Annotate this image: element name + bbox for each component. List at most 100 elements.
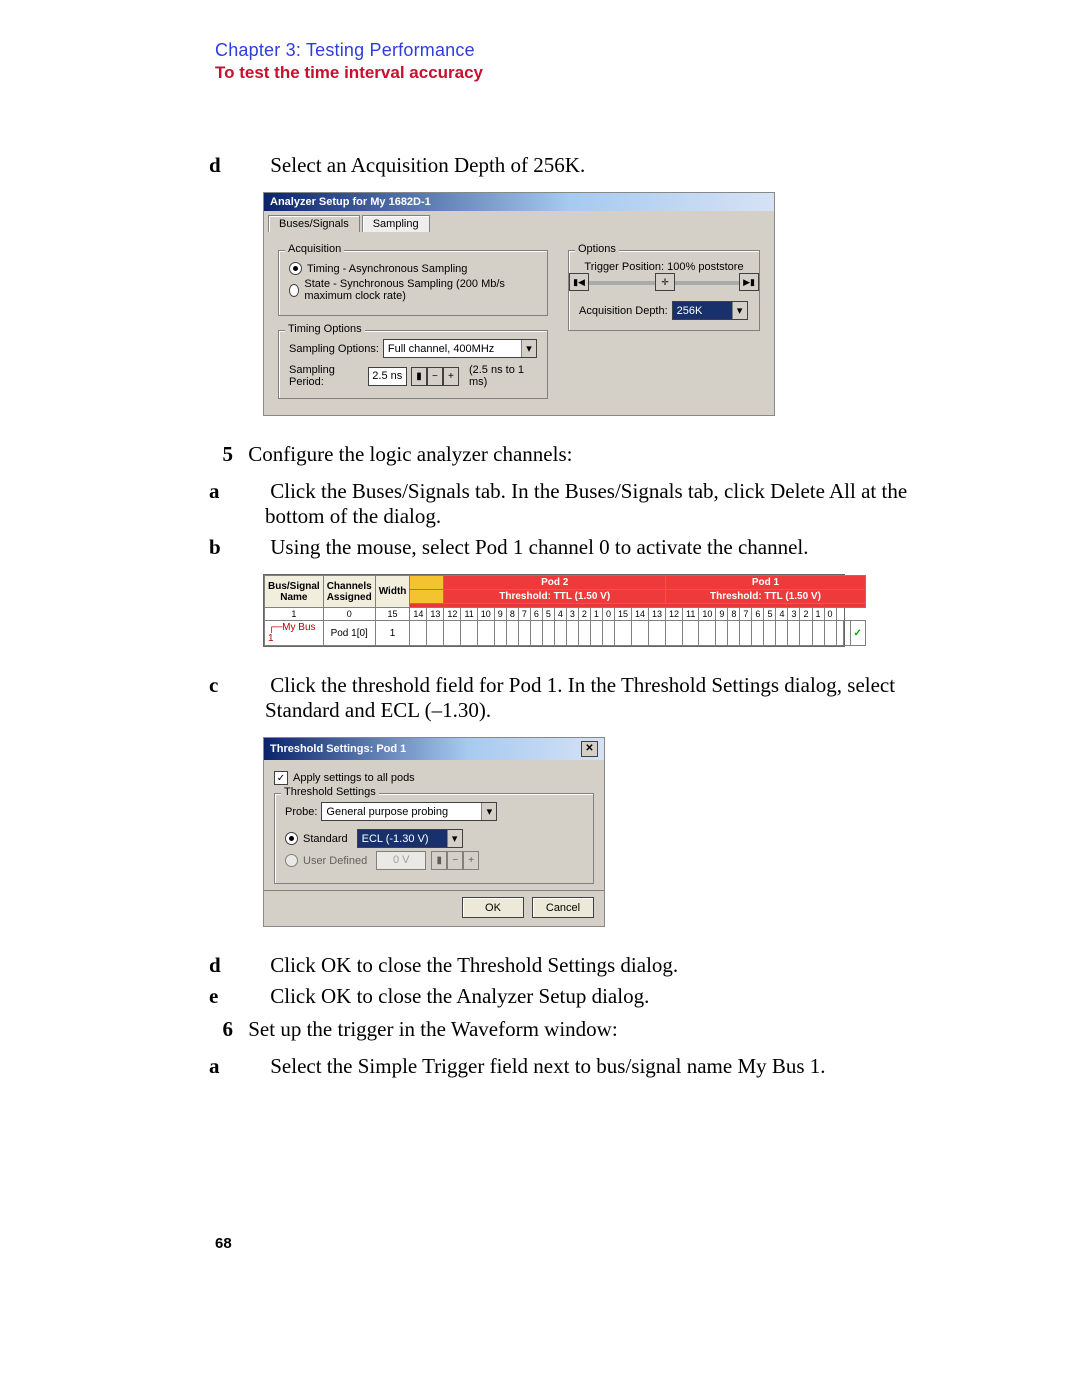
step-letter: a [237,1054,255,1079]
channel-cell[interactable] [666,621,683,646]
channel-cell[interactable] [542,621,554,646]
channel-cell[interactable] [427,621,444,646]
channel-cell[interactable] [776,621,788,646]
channel-cell[interactable] [530,621,542,646]
page-number: 68 [215,1235,960,1252]
channel-cell[interactable] [716,621,728,646]
channel-cell[interactable] [578,621,590,646]
radio-timing-async[interactable]: Timing - Asynchronous Sampling [289,262,537,275]
step-5: 5 Configure the logic analyzer channels: [215,442,960,467]
standard-value-combo[interactable]: ECL (-1.30 V) ▾ [357,829,463,848]
channel-cell[interactable] [812,621,824,646]
channel-cell[interactable] [631,621,648,646]
channel-cell[interactable] [699,621,716,646]
period-minus-button[interactable]: − [427,367,443,386]
channel-cell[interactable] [836,621,843,646]
radio-standard[interactable]: Standard ECL (-1.30 V) ▾ [285,829,583,848]
timing-options-group: Timing Options Sampling Options: Full ch… [278,330,548,399]
close-icon[interactable]: ✕ [581,741,598,757]
channel-cell[interactable] [824,621,836,646]
step-d-top: d Select an Acquisition Depth of 256K. [237,153,960,178]
acquisition-legend: Acquisition [285,243,344,255]
standard-value: ECL (-1.30 V) [362,833,447,845]
channel-number: 0 [602,608,614,621]
channel-number: 1 [265,608,324,621]
step-text: Click the threshold field for Pod 1. In … [265,673,895,722]
channel-number: 1 [812,608,824,621]
channel-number: 3 [788,608,800,621]
checkbox-apply-all[interactable]: ✓ Apply settings to all pods [274,771,594,785]
channel-cell[interactable] [444,621,461,646]
sampling-options-value: Full channel, 400MHz [388,343,521,355]
channel-number: 9 [716,608,728,621]
period-unit-button[interactable]: ▮ [411,367,427,386]
radio-label: State - Synchronous Sampling (200 Mb/s m… [304,278,537,302]
user-defined-input[interactable]: 0 V [376,851,426,870]
channel-number: 2 [800,608,812,621]
step-letter: d [237,953,255,978]
radio-state-sync[interactable]: State - Synchronous Sampling (200 Mb/s m… [289,278,537,302]
radio-user-defined[interactable]: User Defined 0 V ▮ − + [285,851,583,870]
channel-grid: Bus/Signal Name Channels Assigned Width … [263,574,845,647]
channel-cell[interactable] [800,621,812,646]
channel-cell[interactable] [602,621,614,646]
step-letter: a [237,479,255,504]
ok-button[interactable]: OK [462,897,524,918]
channel-cell[interactable] [566,621,578,646]
channel-cell[interactable] [728,621,740,646]
channel-number: 15 [375,608,410,621]
probe-combo[interactable]: General purpose probing ▾ [321,802,497,821]
channel-cell[interactable] [683,621,699,646]
channel-cell[interactable] [752,621,764,646]
bus-row-channels: Pod 1[0] [323,621,375,646]
user-defined-label: User Defined [303,855,367,867]
channel-cell[interactable] [590,621,602,646]
step-5d: d Click OK to close the Threshold Settin… [237,953,960,978]
channel-cell[interactable] [843,621,850,646]
sampling-period-input[interactable]: 2.5 ns [368,367,407,386]
step-text: Select the Simple Trigger field next to … [270,1054,825,1078]
channel-cell[interactable] [461,621,477,646]
channel-cell[interactable] [410,621,427,646]
trigger-position-slider[interactable]: ▮◀ ✛ ▶▮ [579,281,749,285]
step-text: Click OK to close the Analyzer Setup dia… [270,984,649,1008]
period-plus-button[interactable]: + [443,367,459,386]
tab-buses-signals[interactable]: Buses/Signals [268,215,360,232]
channel-cell[interactable] [788,621,800,646]
standard-label: Standard [303,833,348,845]
slider-center-icon[interactable]: ✛ [655,273,675,291]
cancel-button[interactable]: Cancel [532,897,594,918]
sampling-options-combo[interactable]: Full channel, 400MHz ▾ [383,339,537,358]
channel-number: 0 [824,608,836,621]
step-text: Select an Acquisition Depth of 256K. [270,153,585,177]
pod1-header: Pod 1 [666,576,866,590]
channel-number: 12 [444,608,461,621]
acq-depth-combo[interactable]: 256K ▾ [672,301,748,320]
bus-row-width: 1 [375,621,410,646]
channel-cell[interactable] [740,621,752,646]
channel-number: 11 [683,608,699,621]
pod1-threshold[interactable]: Threshold: TTL (1.50 V) [666,590,866,604]
analyzer-setup-window: Analyzer Setup for My 1682D-1 Buses/Sign… [263,192,775,416]
ud-unit-button[interactable]: ▮ [431,851,447,870]
channel-number: 13 [427,608,444,621]
step-5c: c Click the threshold field for Pod 1. I… [237,673,960,723]
channel-cell[interactable] [506,621,518,646]
step-5a: a Click the Buses/Signals tab. In the Bu… [237,479,960,529]
pod2-threshold[interactable]: Threshold: TTL (1.50 V) [444,590,666,604]
ud-minus-button[interactable]: − [447,851,463,870]
channel-cell[interactable] [518,621,530,646]
slider-end-icon[interactable]: ▶▮ [739,273,759,291]
channel-cell[interactable] [477,621,494,646]
channel-cell[interactable]: ✓ [850,621,865,646]
channel-cell[interactable] [648,621,665,646]
ud-plus-button[interactable]: + [463,851,479,870]
channel-cell[interactable] [764,621,776,646]
channel-cell[interactable] [614,621,631,646]
slider-start-icon[interactable]: ▮◀ [569,273,589,291]
channel-cell[interactable] [554,621,566,646]
channel-number: 11 [461,608,477,621]
channel-cell[interactable] [494,621,506,646]
bus-row-name[interactable]: ┌─My Bus 1 [265,621,324,646]
tab-sampling[interactable]: Sampling [362,215,430,232]
